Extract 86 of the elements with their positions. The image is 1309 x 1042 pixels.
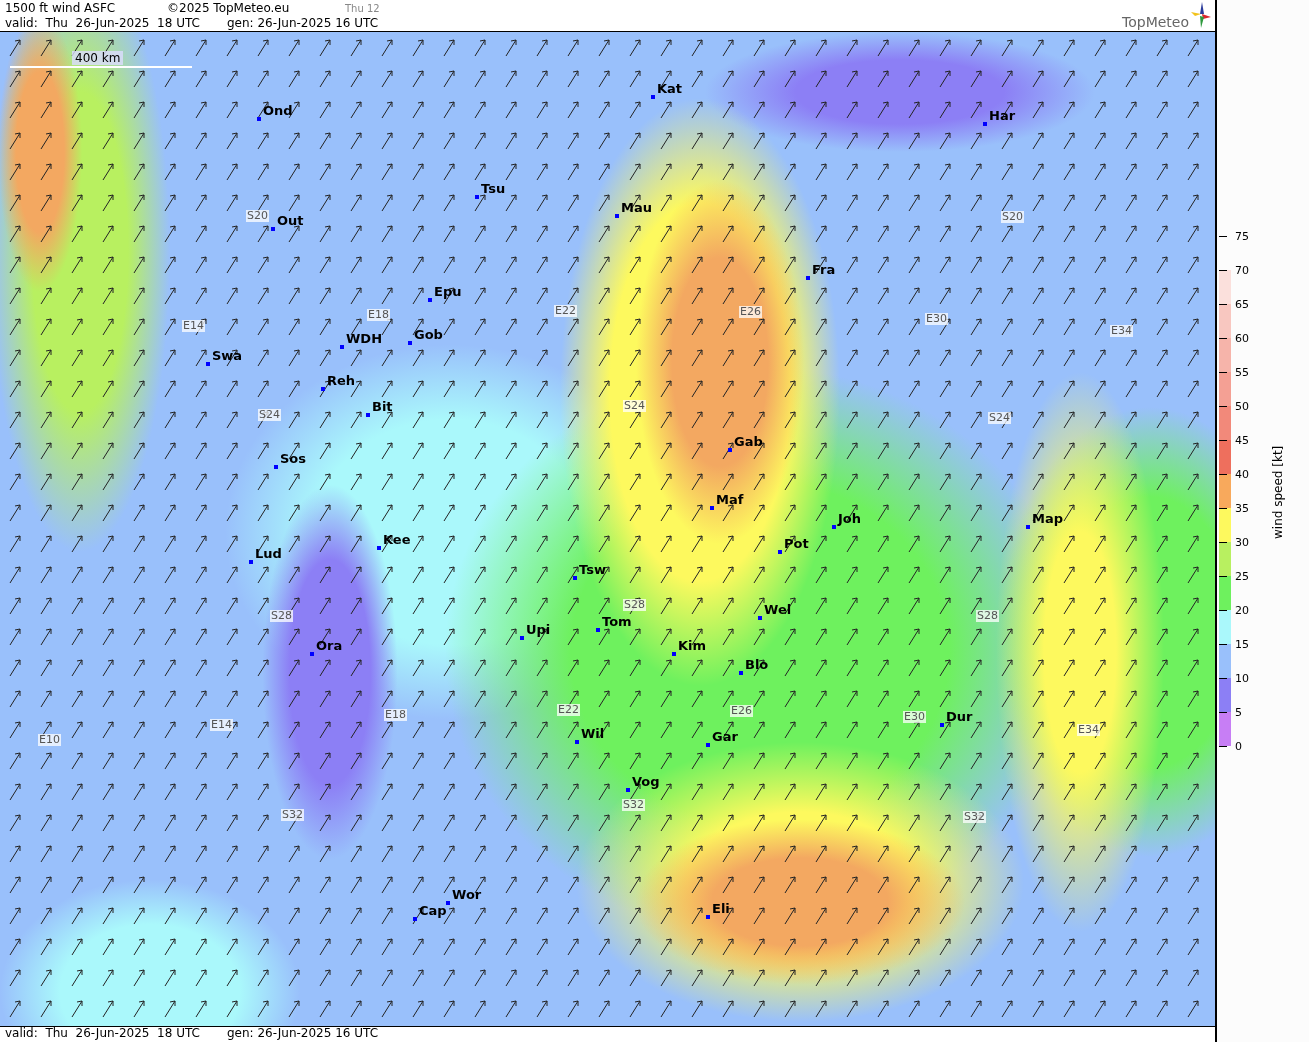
- grid-label: E34: [1077, 724, 1100, 736]
- city-label: Maf: [716, 493, 744, 507]
- compass-star-icon: [1191, 2, 1211, 28]
- city-label: Mau: [621, 201, 652, 215]
- tick-label: 60: [1235, 331, 1249, 345]
- grid-label: S32: [281, 809, 304, 821]
- city-label: Cap: [419, 904, 447, 918]
- tick-label: 5: [1235, 705, 1242, 719]
- city-label: Blo: [745, 658, 769, 672]
- grid-label: S28: [270, 610, 293, 622]
- city-label: Dur: [946, 710, 973, 724]
- grid-label: S28: [623, 599, 646, 611]
- city-label: Har: [989, 109, 1016, 123]
- chart-title: 1500 ft wind ASFC: [5, 1, 117, 16]
- grid-label: E34: [1110, 325, 1133, 337]
- grid-label: S28: [976, 610, 999, 622]
- grid-label: S24: [988, 412, 1011, 424]
- city-label: Kee: [383, 533, 411, 547]
- tick-label: 70: [1235, 263, 1249, 277]
- tick-label: 20: [1235, 603, 1249, 617]
- grid-label: E10: [38, 734, 61, 746]
- grid-label: E30: [903, 711, 926, 723]
- city-label: Lud: [255, 547, 282, 561]
- city-label: Epu: [434, 285, 462, 299]
- grid-label: S32: [622, 799, 645, 811]
- city-label: Vog: [632, 775, 660, 789]
- city-label: Map: [1032, 512, 1063, 526]
- city-label: Gab: [734, 435, 763, 449]
- city-label: Out: [277, 214, 304, 228]
- grid-label: S32: [963, 811, 986, 823]
- city-label: Wil: [581, 727, 605, 741]
- grid-label: E14: [210, 719, 233, 731]
- city-label: Kat: [657, 82, 683, 96]
- grid-label: S20: [1001, 211, 1024, 223]
- tick-label: 40: [1235, 467, 1249, 481]
- grid-label: E30: [925, 313, 948, 325]
- grid-label: E22: [554, 305, 577, 317]
- city-label: Fra: [812, 263, 836, 277]
- city-label: Wel: [764, 603, 792, 617]
- city-label: Bit: [372, 400, 393, 414]
- scale-label: 400 km: [72, 51, 124, 65]
- copyright-text: ©2025 TopMeteo.eu: [167, 1, 291, 16]
- grid-label: S24: [623, 400, 646, 412]
- city-label: Gar: [712, 730, 738, 744]
- tick-label: 25: [1235, 569, 1249, 583]
- tick-label: 55: [1235, 365, 1249, 379]
- city-label: Tsu: [481, 182, 506, 196]
- city-label: Kim: [678, 639, 707, 653]
- city-label: Wor: [452, 888, 482, 902]
- grid-label: E26: [739, 306, 762, 318]
- city-label: Eli: [712, 902, 730, 916]
- tick-label: 75: [1235, 229, 1249, 243]
- grid-label: E18: [367, 309, 390, 321]
- grid-label: E22: [557, 704, 580, 716]
- grid-label: S24: [258, 409, 281, 421]
- city-label: WDH: [346, 332, 382, 346]
- generated-time: gen: 26-Jun-2025 16 UTC: [227, 16, 379, 31]
- city-label: Pot: [784, 537, 809, 551]
- city-label: Ora: [316, 639, 343, 653]
- legend-title: wind speed [kt]: [1271, 444, 1285, 539]
- tick-label: 30: [1235, 535, 1249, 549]
- city-label: Upi: [526, 623, 551, 637]
- city-label: Gob: [414, 328, 443, 342]
- tick-label: 45: [1235, 433, 1249, 447]
- valid-time: valid: Thu 26-Jun-2025 18 UTC: [5, 16, 201, 31]
- grid-label: E18: [384, 709, 407, 721]
- grid-label: E14: [182, 320, 205, 332]
- valid-time: valid: Thu 26-Jun-2025 18 UTC: [5, 1027, 201, 1042]
- city-label: Joh: [838, 512, 862, 526]
- tick-label: 10: [1235, 671, 1249, 685]
- city-label: Tom: [602, 615, 632, 629]
- tick-label: 50: [1235, 399, 1249, 413]
- tick-label: 65: [1235, 297, 1249, 311]
- grid-label: S20: [246, 210, 269, 222]
- tick-label: 35: [1235, 501, 1249, 515]
- grid-label: E26: [730, 705, 753, 717]
- tick-label: 0: [1235, 739, 1242, 753]
- generated-time: gen: 26-Jun-2025 16 UTC: [227, 1027, 379, 1042]
- forecast-step: Thu 12: [345, 1, 380, 16]
- city-label: Sos: [280, 452, 307, 466]
- tick-label: 15: [1235, 637, 1249, 651]
- city-label: Tsw: [579, 563, 606, 577]
- city-label: Ond: [263, 104, 293, 118]
- city-label: Swa: [212, 349, 243, 363]
- city-label: Reh: [327, 374, 356, 388]
- logo-text: TopMeteo: [1122, 13, 1189, 31]
